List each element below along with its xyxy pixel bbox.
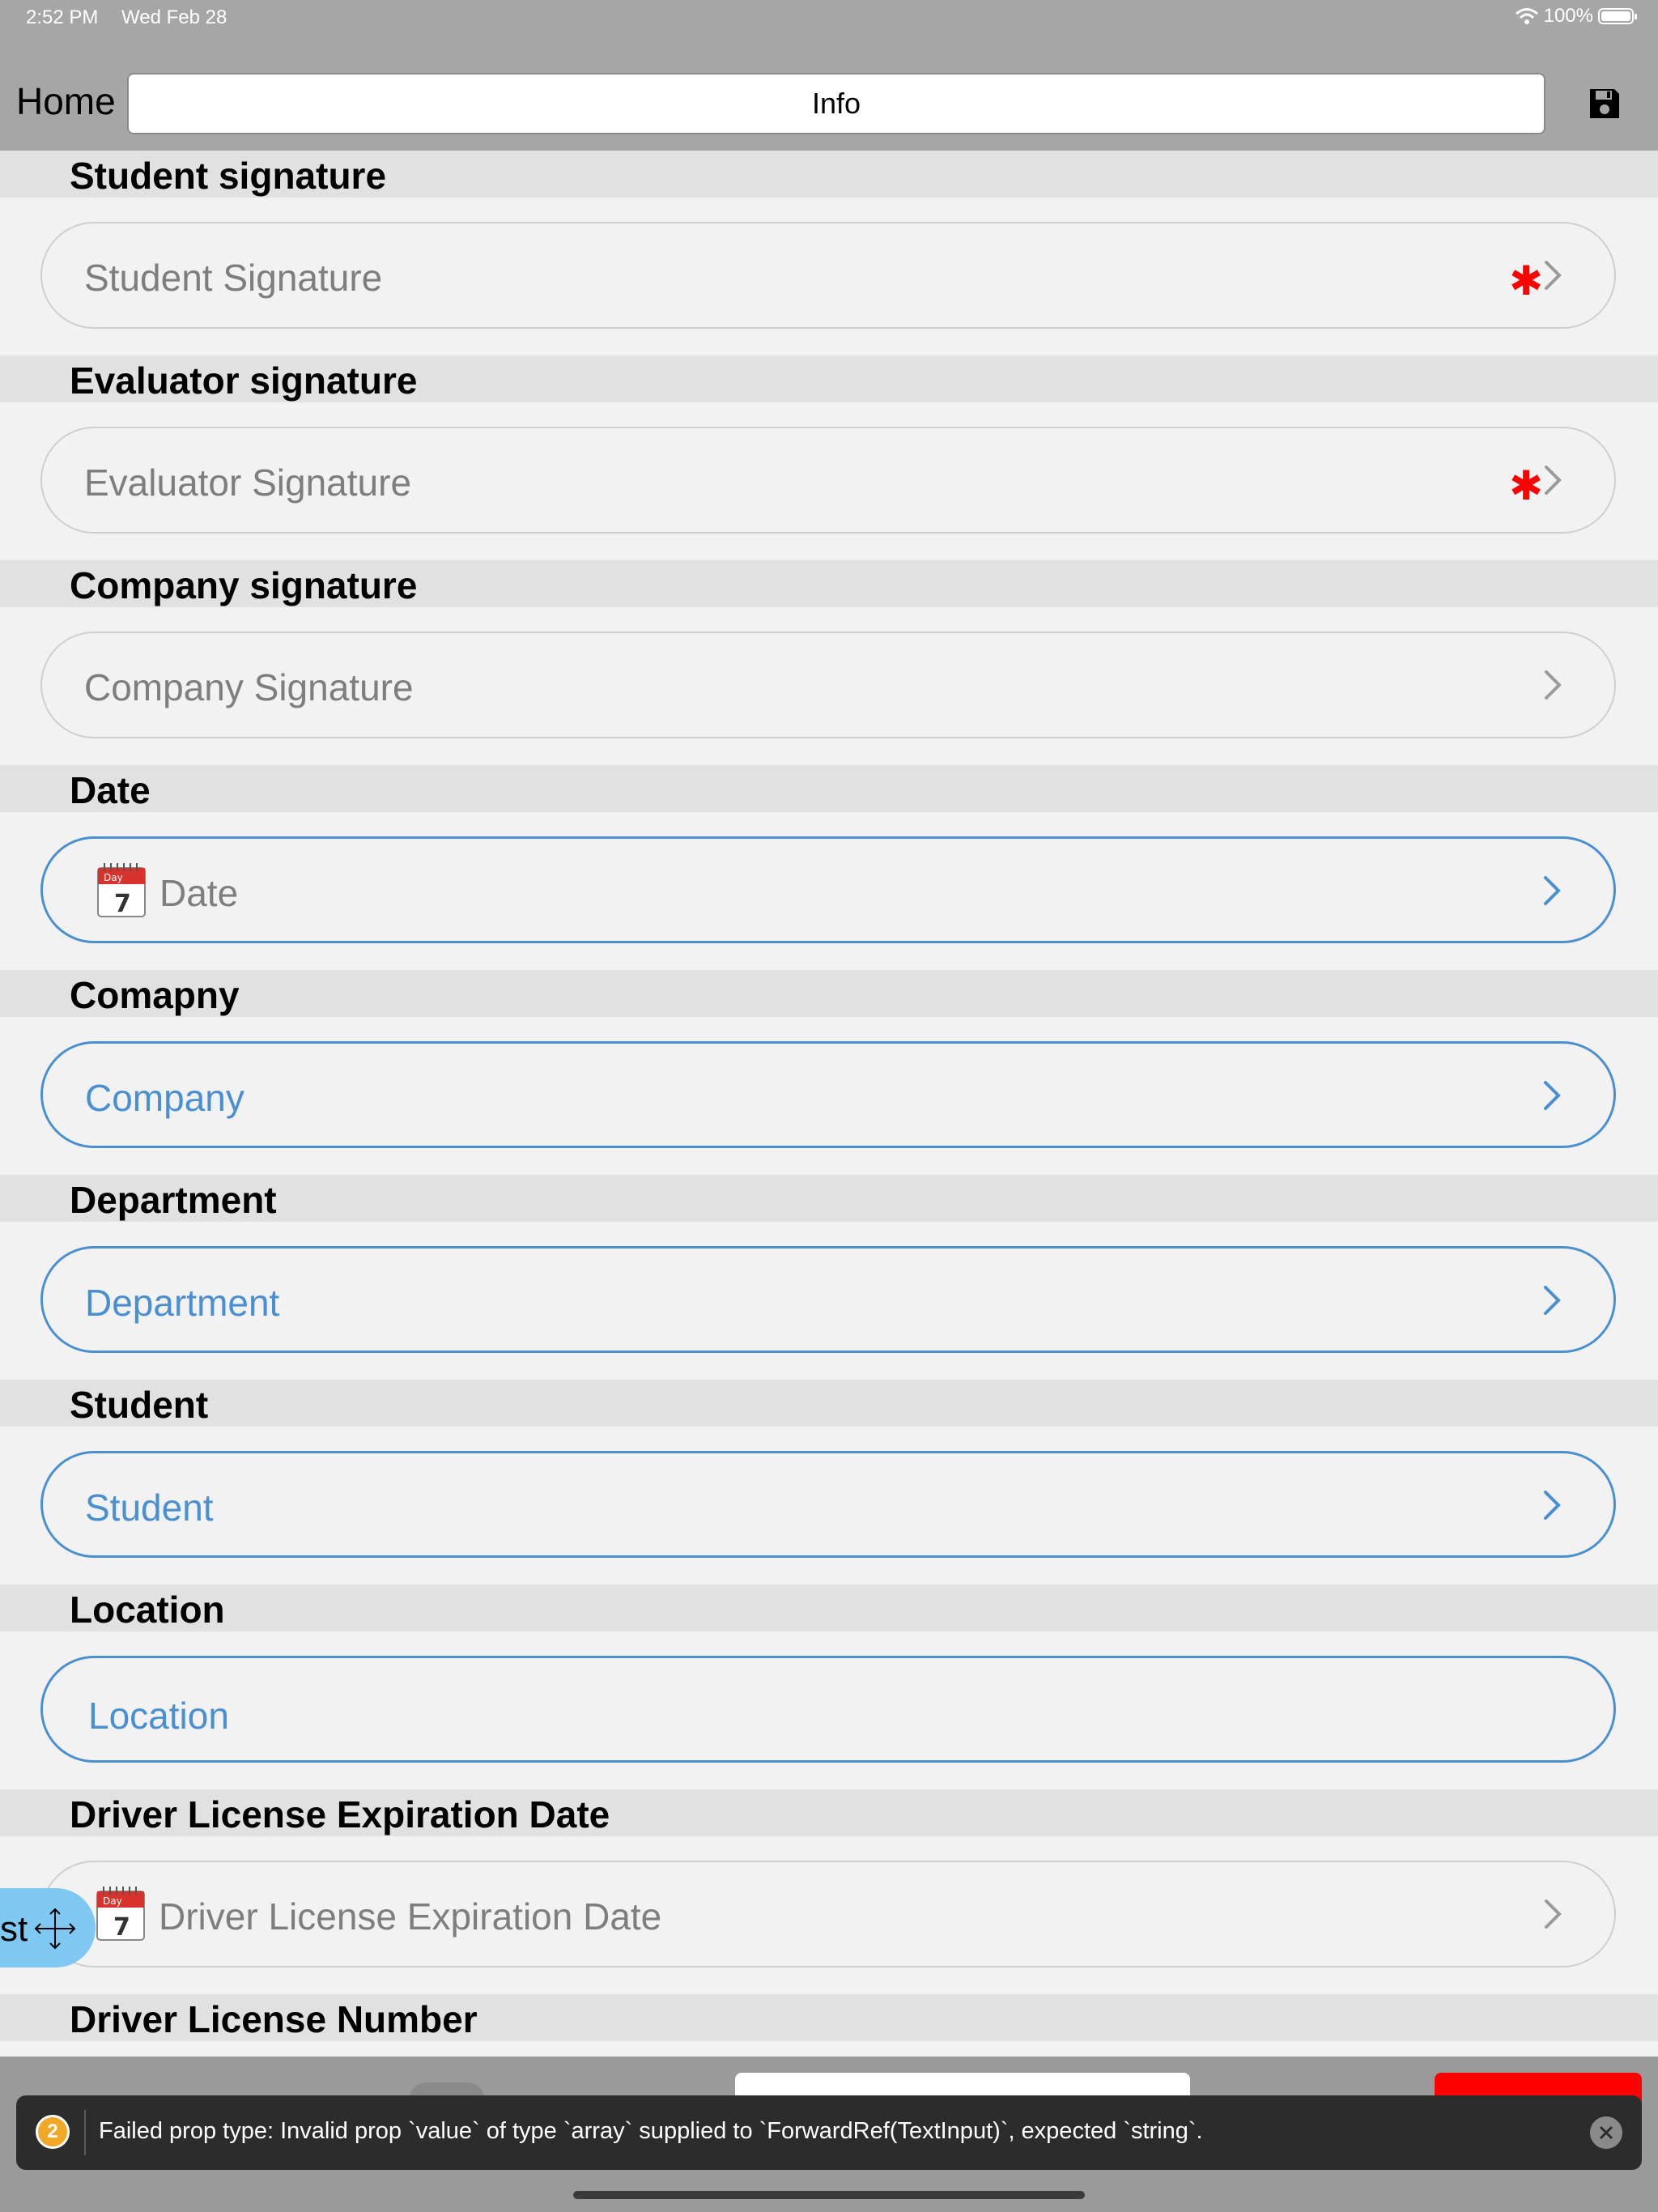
required-asterisk: ✱	[1509, 463, 1543, 508]
field-placeholder: Department	[85, 1282, 280, 1324]
chevron-right-icon	[1545, 670, 1562, 700]
save-icon[interactable]	[1587, 86, 1622, 121]
section-header: Comapny	[0, 970, 1658, 1017]
field-placeholder: Student Signature	[84, 257, 383, 299]
section-header: Evaluator signature	[0, 355, 1658, 402]
status-bar: 2:52 PM Wed Feb 28 100%	[0, 0, 1658, 39]
section-date: Date Day 7 Date	[0, 765, 1658, 970]
section-student-signature: Student signature Student Signature ✱	[0, 151, 1658, 355]
calendar-icon: Day 7	[97, 863, 146, 918]
evaluator-signature-field[interactable]: Evaluator Signature ✱	[40, 427, 1616, 534]
section-company-signature: Company signature Company Signature	[0, 560, 1658, 765]
wifi-icon	[1515, 8, 1538, 24]
section-driver-license-expiration: Driver License Expiration Date Day 7 Dri…	[0, 1789, 1658, 1994]
student-field[interactable]: Student	[40, 1451, 1616, 1558]
student-signature-field[interactable]: Student Signature ✱	[40, 222, 1616, 329]
divider	[84, 2110, 86, 2155]
company-field[interactable]: Company	[40, 1041, 1616, 1148]
home-indicator[interactable]	[573, 2191, 1085, 2199]
field-placeholder: Student	[85, 1487, 214, 1529]
page-title-text: Info	[811, 87, 861, 120]
chevron-right-icon	[1544, 1286, 1561, 1315]
chevron-right-icon	[1544, 876, 1561, 905]
section-evaluator-signature: Evaluator signature Evaluator Signature …	[0, 355, 1658, 560]
chevron-right-icon	[1544, 1491, 1561, 1520]
floating-debug-tab[interactable]: st	[0, 1888, 96, 1967]
field-placeholder: Company	[85, 1077, 244, 1119]
section-header: Driver License Expiration Date	[0, 1789, 1658, 1836]
error-message: Failed prop type: Invalid prop `value` o…	[99, 2118, 1203, 2144]
section-location: Location Location	[0, 1585, 1658, 1789]
calendar-icon: Day 7	[96, 1887, 145, 1942]
driver-license-expiration-field[interactable]: Day 7 Driver License Expiration Date	[40, 1861, 1616, 1967]
svg-text:7: 7	[114, 890, 131, 918]
field-placeholder: Date	[159, 872, 239, 914]
field-placeholder: Location	[88, 1695, 229, 1737]
status-date: Wed Feb 28	[121, 6, 227, 28]
battery-icon	[1598, 8, 1637, 24]
battery-percent: 100%	[1543, 5, 1593, 27]
status-indicators: 100%	[1515, 5, 1637, 28]
status-time: 2:52 PM	[26, 6, 99, 28]
svg-text:Day: Day	[103, 1895, 122, 1907]
form-scroll[interactable]: Student signature Student Signature ✱ Ev…	[0, 151, 1658, 2067]
home-button[interactable]: Home	[16, 79, 116, 123]
date-field[interactable]: Day 7 Date	[40, 836, 1616, 943]
field-placeholder: Driver License Expiration Date	[159, 1895, 662, 1938]
section-header: Location	[0, 1585, 1658, 1631]
error-toast[interactable]: 2 Failed prop type: Invalid prop `value`…	[16, 2095, 1642, 2170]
chevron-right-icon	[1545, 466, 1562, 495]
section-header: Driver License Number	[0, 1994, 1658, 2041]
chevron-right-icon	[1545, 1899, 1562, 1929]
field-placeholder: Evaluator Signature	[84, 462, 412, 504]
chevron-right-icon	[1544, 1081, 1561, 1110]
department-field[interactable]: Department	[40, 1246, 1616, 1353]
nav-bar: Home Info	[0, 39, 1658, 151]
section-student: Student Student	[0, 1380, 1658, 1585]
floating-tab-label: st	[0, 1909, 28, 1949]
page-title[interactable]: Info	[127, 73, 1545, 134]
section-company: Comapny Company	[0, 970, 1658, 1175]
close-icon[interactable]	[1590, 2116, 1622, 2149]
company-signature-field[interactable]: Company Signature	[40, 632, 1616, 738]
svg-text:Day: Day	[104, 872, 123, 883]
location-input[interactable]: Location	[40, 1656, 1616, 1763]
section-header: Date	[0, 765, 1658, 812]
section-header: Department	[0, 1175, 1658, 1222]
error-count-badge: 2	[36, 2115, 70, 2149]
section-header: Company signature	[0, 560, 1658, 607]
section-header: Student signature	[0, 151, 1658, 198]
chevron-right-icon	[1545, 261, 1562, 290]
move-icon[interactable]	[32, 1906, 78, 1951]
svg-text:7: 7	[113, 1913, 130, 1942]
section-header: Student	[0, 1380, 1658, 1427]
required-asterisk: ✱	[1509, 258, 1543, 304]
field-placeholder: Company Signature	[84, 666, 414, 708]
section-department: Department Department	[0, 1175, 1658, 1380]
